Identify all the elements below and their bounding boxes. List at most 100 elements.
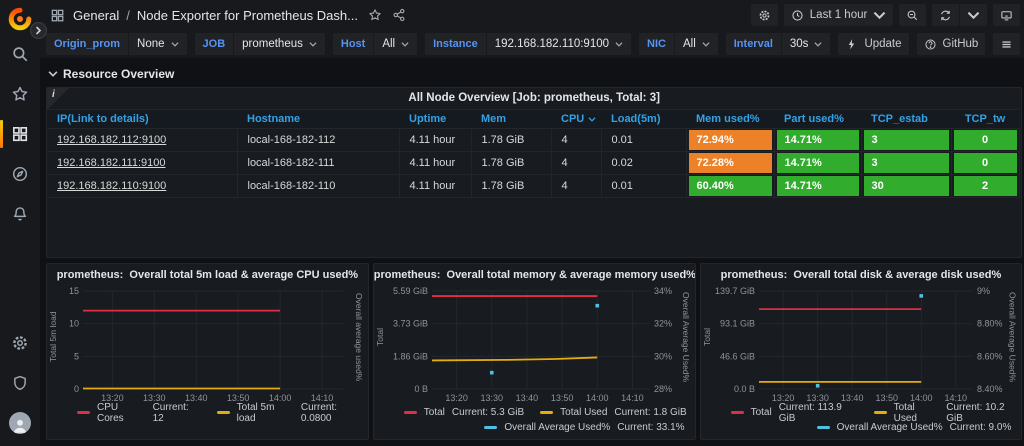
legend-series-name[interactable]: Overall Average Used% <box>504 422 610 433</box>
refresh-button[interactable] <box>932 4 960 26</box>
part_used-badge: 14.71% <box>776 176 859 196</box>
variable-value-dropdown[interactable]: prometheus <box>234 33 325 55</box>
cell-uptime: 4.11 hour <box>399 174 472 198</box>
svg-text:3.73 GiB: 3.73 GiB <box>393 319 428 329</box>
legend-entry[interactable]: Overall Average Used% Current: 33.1% <box>484 422 685 433</box>
dashboard-settings-button[interactable] <box>750 4 778 26</box>
chart-panel-0: prometheus: Overall total 5m load & aver… <box>46 263 369 440</box>
chart-plot[interactable]: 0 B 1.86 GiB 3.73 GiB 5.59 GiB 28% 30% 32% 34% 1… <box>386 283 680 405</box>
gear-icon <box>759 10 770 20</box>
legend-entry[interactable]: Total 5m load Current: 0.0800 <box>216 402 368 424</box>
legend-entry[interactable]: CPU Cores Current: 12 <box>77 402 201 424</box>
table-row: 192.168.182.111:9100 local-168-182-111 4.1… <box>47 151 1020 175</box>
legend-entry[interactable]: Total Current: 5.3 GiB <box>403 407 524 418</box>
column-header-mem_used[interactable]: Mem used% <box>686 109 774 129</box>
legend-entry[interactable]: Total Used Current: 1.8 GiB <box>540 407 687 418</box>
svg-text:8.80%: 8.80% <box>977 319 1003 329</box>
variable-selected-value: 30s <box>789 38 809 50</box>
dashboard-links: Update GitHub <box>838 33 1021 55</box>
star-icon[interactable] <box>368 8 382 22</box>
chart-plot[interactable]: 0.0 B 46.6 GiB 93.1 GiB 139.7 GiB 8.40% 8.60%… <box>713 283 1007 405</box>
grafana-logo-icon[interactable] <box>8 7 32 31</box>
cell-tcp_estab: 3 <box>861 128 952 152</box>
legend-series-name[interactable]: CPU Cores <box>97 402 146 424</box>
variable-value-dropdown[interactable]: 192.168.182.110:9100 <box>486 33 632 55</box>
y-axis-label-left: Total <box>701 328 712 346</box>
sidebar-item-starred[interactable] <box>0 77 40 111</box>
node-detail-link[interactable]: 192.168.182.110:9100 <box>57 180 166 192</box>
column-header-uptime[interactable]: Uptime <box>399 109 471 129</box>
legend-marker <box>403 411 417 414</box>
question-circle-icon <box>924 38 936 50</box>
column-header-cpu[interactable]: CPU <box>551 109 601 129</box>
legend-series-current: Current: 33.1% <box>617 422 685 433</box>
variable-selected-value: All <box>382 38 396 50</box>
row-resource-overview[interactable]: Resource Overview <box>48 64 1022 84</box>
cell-tcp_estab: 3 <box>861 151 952 175</box>
column-header-load[interactable]: Load(5m) <box>601 109 686 129</box>
legend-series-name[interactable]: Total <box>751 407 772 418</box>
sidebar-item-dashboards[interactable] <box>0 117 40 151</box>
svg-text:30%: 30% <box>654 351 672 361</box>
sidebar-item-configuration[interactable] <box>0 326 40 360</box>
github-link-button[interactable]: GitHub <box>916 33 986 55</box>
update-link-button[interactable]: Update <box>838 33 909 55</box>
variable-value-dropdown[interactable]: 30s <box>781 33 831 55</box>
share-icon[interactable] <box>392 8 406 22</box>
time-range-picker[interactable]: Last 1 hour <box>783 4 894 26</box>
column-header-label: CPU <box>561 113 585 125</box>
chevron-down-icon <box>874 11 886 19</box>
column-header-ip[interactable]: IP(Link to details) <box>47 109 237 129</box>
variable-value-dropdown[interactable]: None <box>129 33 187 55</box>
legend-series-name[interactable]: Total Used <box>560 407 607 418</box>
sidebar-expand-button[interactable] <box>30 22 47 39</box>
column-header-tcp_estab[interactable]: TCP_estab <box>861 109 951 129</box>
node-detail-link[interactable]: 192.168.182.111:9100 <box>57 157 165 169</box>
sidebar-item-search[interactable] <box>0 37 40 71</box>
chart-title[interactable]: prometheus: Overall total memory & avera… <box>374 264 695 283</box>
svg-text:13:50: 13:50 <box>551 393 574 403</box>
chart-plot[interactable]: 05101513:20 13:30 13:40 13:50 14:00 14:10 <box>59 283 353 405</box>
zoom-out-button[interactable] <box>899 4 927 26</box>
sidebar-item-server-admin[interactable] <box>0 366 40 400</box>
sidebar-item-alerting[interactable] <box>0 197 40 231</box>
cell-ip: 192.168.182.111:9100 <box>47 151 238 175</box>
legend-series-name[interactable]: Total <box>424 407 445 418</box>
table-row: 192.168.182.110:9100 local-168-182-110 4.1… <box>47 174 1020 198</box>
svg-text:15: 15 <box>69 286 79 296</box>
panel-title[interactable]: All Node Overview [Job: prometheus, Tota… <box>47 88 1021 109</box>
part_used-badge: 14.71% <box>776 153 859 173</box>
svg-text:0: 0 <box>74 384 79 394</box>
mem_used-badge: 72.28% <box>688 153 772 173</box>
legend-marker <box>816 426 830 429</box>
legend-entry[interactable]: Overall Average Used% Current: 9.0% <box>816 422 1011 433</box>
dashboard-grid-icon <box>51 9 64 21</box>
column-header-mem[interactable]: Mem <box>471 109 551 129</box>
breadcrumb-section[interactable]: General <box>73 8 119 23</box>
sort-chevron-icon <box>588 116 596 122</box>
legend-series-current: Current: 12 <box>152 401 189 424</box>
chart-title[interactable]: prometheus: Overall total disk & average… <box>701 264 1022 283</box>
chevron-down-icon <box>968 11 980 19</box>
svg-text:13:20: 13:20 <box>445 393 468 403</box>
legend-series-name[interactable]: Overall Average Used% <box>837 422 943 433</box>
node-detail-link[interactable]: 192.168.182.112:9100 <box>57 134 166 146</box>
column-header-label: Uptime <box>409 113 447 125</box>
panel-menu-button[interactable] <box>993 33 1021 55</box>
bell-icon <box>13 207 27 221</box>
dashboard-title[interactable]: Node Exporter for Prometheus Dash... <box>137 8 358 23</box>
column-header-tcp_tw[interactable]: TCP_tw <box>951 109 1019 129</box>
cycle-view-mode-button[interactable] <box>993 4 1021 26</box>
refresh-interval-dropdown[interactable] <box>960 4 988 26</box>
variable-value-dropdown[interactable]: All <box>374 33 418 55</box>
column-header-hostname[interactable]: Hostname <box>237 109 399 129</box>
chart-title[interactable]: prometheus: Overall total 5m load & aver… <box>47 264 368 283</box>
variable-value-dropdown[interactable]: All <box>674 33 718 55</box>
sidebar-item-explore[interactable] <box>0 157 40 191</box>
column-header-part_used[interactable]: Part used% <box>774 109 861 129</box>
cell-ip: 192.168.182.112:9100 <box>47 128 238 152</box>
part_used-badge: 14.71% <box>776 130 859 150</box>
tcp_tw-badge: 0 <box>953 130 1017 150</box>
legend-series-name[interactable]: Total 5m load <box>237 402 294 424</box>
sidebar-item-profile[interactable] <box>0 406 40 440</box>
